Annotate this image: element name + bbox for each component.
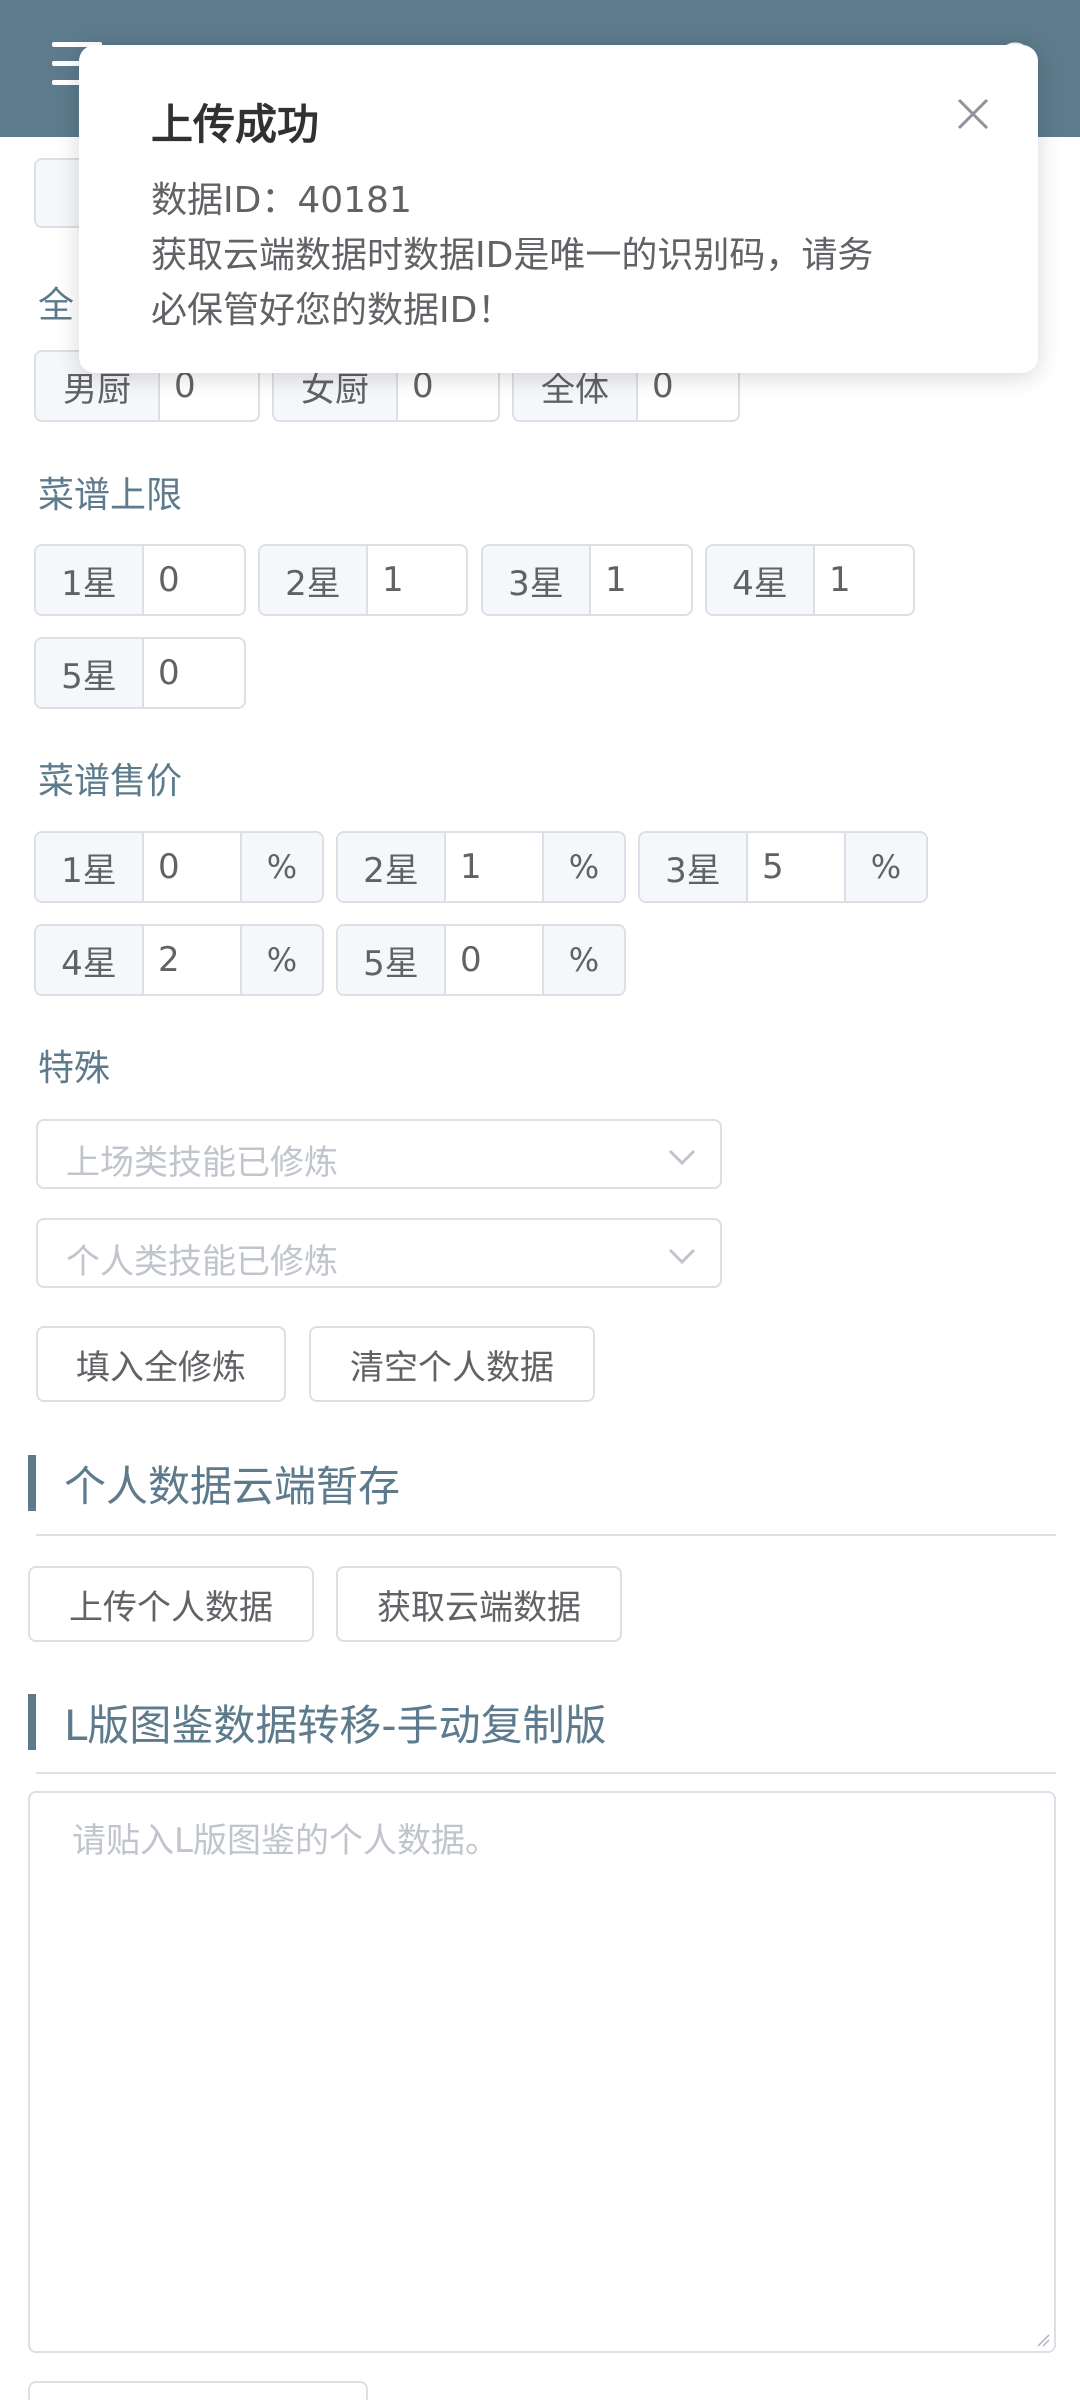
partial-bottom-button[interactable] xyxy=(28,2381,368,2400)
recipe-limit-5star-value[interactable]: 0 xyxy=(144,639,244,707)
recipe-price-4star-label: 4星 xyxy=(36,926,144,994)
personal-skill-select[interactable]: 个人类技能已修炼 xyxy=(36,1218,722,1288)
recipe-limit-2star[interactable]: 2星 1 xyxy=(258,544,468,616)
recipe-price-4star[interactable]: 4星 2 % xyxy=(34,924,324,996)
recipe-price-3star-value[interactable]: 5 xyxy=(748,833,844,901)
recipe-limit-5star[interactable]: 5星 0 xyxy=(34,637,246,709)
personal-skill-placeholder: 个人类技能已修炼 xyxy=(66,1242,338,1282)
recipe-price-2star-label: 2星 xyxy=(338,833,446,901)
recipe-price-3star-label: 3星 xyxy=(640,833,748,901)
recipe-price-5star-value[interactable]: 0 xyxy=(446,926,542,994)
percent-sign: % xyxy=(844,833,926,901)
recipe-price-1star[interactable]: 1星 0 % xyxy=(34,831,324,903)
recipe-price-2star[interactable]: 2星 1 % xyxy=(336,831,626,903)
recipe-limit-4star[interactable]: 4星 1 xyxy=(705,544,915,616)
recipe-price-5star[interactable]: 5星 0 % xyxy=(336,924,626,996)
recipe-price-label: 菜谱售价 xyxy=(38,761,183,802)
onfield-skill-placeholder: 上场类技能已修炼 xyxy=(66,1143,338,1183)
recipe-price-4star-value[interactable]: 2 xyxy=(144,926,240,994)
recipe-price-1star-value[interactable]: 0 xyxy=(144,833,240,901)
recipe-price-2star-value[interactable]: 1 xyxy=(446,833,542,901)
notification-data-id: 数据ID：40181 xyxy=(151,180,412,221)
recipe-limit-label: 菜谱上限 xyxy=(38,475,183,516)
divider xyxy=(36,1772,1056,1774)
recipe-limit-3star-label: 3星 xyxy=(483,546,591,614)
transfer-heading: L版图鉴数据转移-手动复制版 xyxy=(28,1694,607,1750)
fill-all-button[interactable]: 填入全修炼 xyxy=(36,1326,286,1402)
recipe-limit-3star[interactable]: 3星 1 xyxy=(481,544,693,616)
cloud-heading: 个人数据云端暂存 xyxy=(28,1455,400,1511)
recipe-limit-2star-value[interactable]: 1 xyxy=(368,546,466,614)
upload-button[interactable]: 上传个人数据 xyxy=(28,1566,314,1642)
percent-sign: % xyxy=(240,926,322,994)
recipe-limit-3star-value[interactable]: 1 xyxy=(591,546,691,614)
percent-sign: % xyxy=(542,833,624,901)
percent-sign: % xyxy=(542,926,624,994)
recipe-limit-1star-value[interactable]: 0 xyxy=(144,546,244,614)
resize-grip-icon[interactable] xyxy=(1036,2333,1050,2347)
recipe-limit-1star-label: 1星 xyxy=(36,546,144,614)
recipe-limit-4star-value[interactable]: 1 xyxy=(815,546,913,614)
recipe-limit-1star[interactable]: 1星 0 xyxy=(34,544,246,616)
recipe-price-1star-label: 1星 xyxy=(36,833,144,901)
clear-personal-button[interactable]: 清空个人数据 xyxy=(309,1326,595,1402)
chevron-down-icon xyxy=(668,1248,696,1265)
onfield-skill-select[interactable]: 上场类技能已修炼 xyxy=(36,1119,722,1189)
recipe-limit-4star-label: 4星 xyxy=(707,546,815,614)
notification-message-line1: 获取云端数据时数据ID是唯一的识别码，请务 xyxy=(151,235,874,276)
percent-sign: % xyxy=(240,833,322,901)
transfer-textarea[interactable]: 请贴入L版图鉴的个人数据。 xyxy=(28,1791,1056,2353)
notification-message-line2: 必保管好您的数据ID！ xyxy=(151,290,514,331)
transfer-textarea-placeholder: 请贴入L版图鉴的个人数据。 xyxy=(72,1821,499,1861)
close-icon[interactable] xyxy=(956,97,990,131)
divider xyxy=(36,1534,1056,1536)
special-label: 特殊 xyxy=(38,1048,111,1089)
hidden-section-label: 全 xyxy=(38,285,75,326)
recipe-limit-5star-label: 5星 xyxy=(36,639,144,707)
fetch-button[interactable]: 获取云端数据 xyxy=(336,1566,622,1642)
upload-success-notification: 上传成功 数据ID：40181 获取云端数据时数据ID是唯一的识别码，请务 必保… xyxy=(79,45,1038,373)
recipe-limit-2star-label: 2星 xyxy=(260,546,368,614)
recipe-price-3star[interactable]: 3星 5 % xyxy=(638,831,928,903)
notification-title: 上传成功 xyxy=(151,100,320,149)
recipe-price-5star-label: 5星 xyxy=(338,926,446,994)
chevron-down-icon xyxy=(668,1149,696,1166)
